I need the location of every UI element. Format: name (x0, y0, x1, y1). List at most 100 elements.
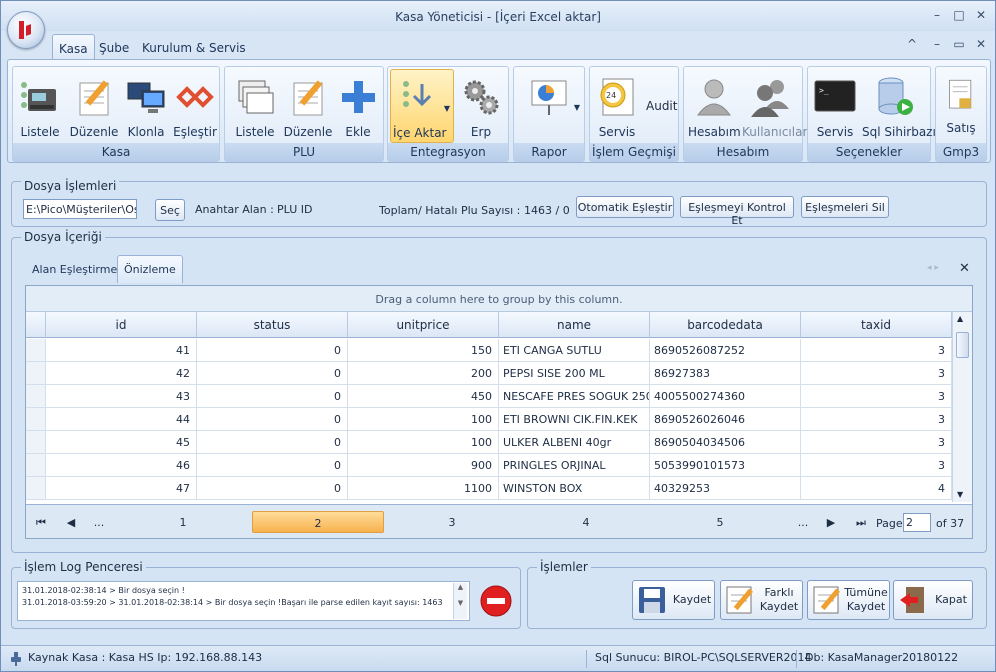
vertical-scrollbar[interactable]: ▲ ▼ (952, 312, 972, 502)
pager-page-3[interactable]: 3 (386, 511, 518, 533)
tab-onizleme[interactable]: Önizleme (117, 255, 183, 283)
row-indicator[interactable] (26, 408, 46, 431)
tab-nav-arrows-icon[interactable]: ◂ ▸ (927, 263, 939, 273)
secenek-servis-button[interactable]: >_ Servis (810, 69, 860, 143)
ribbon-collapse-icon[interactable]: ^ (902, 37, 922, 53)
row-indicator[interactable] (26, 431, 46, 454)
row-indicator[interactable] (26, 454, 46, 477)
cell-name[interactable]: PEPSI SISE 200 ML (499, 362, 650, 385)
scroll-down-icon[interactable]: ▼ (957, 490, 963, 499)
cell-id[interactable]: 42 (46, 362, 197, 385)
scroll-thumb[interactable] (956, 332, 969, 358)
sec-button[interactable]: Seç (155, 199, 185, 221)
column-header-id[interactable]: id (46, 312, 197, 338)
otomatik-eslestir-button[interactable]: Otomatik Eşleştir (576, 196, 674, 218)
plu-duzenle-button[interactable]: Düzenle (281, 69, 335, 143)
cell-status[interactable]: 0 (197, 454, 348, 477)
mdi-close-button[interactable]: ✕ (971, 37, 991, 53)
kullanicilar-button[interactable]: Kullanıcılar (742, 69, 807, 143)
cell-name[interactable]: PRINGLES ORJINAL (499, 454, 650, 477)
cell-status[interactable]: 0 (197, 339, 348, 362)
minimize-button[interactable]: – (927, 8, 947, 24)
cell-status[interactable]: 0 (197, 408, 348, 431)
cell-barcode[interactable]: 5053990101573 (650, 454, 801, 477)
eslesmeyi-kontrol-et-button[interactable]: Eşleşmeyi Kontrol Et (680, 196, 794, 227)
cell-name[interactable]: NESCAFE PRES SOGUK 250... (499, 385, 650, 408)
pager-first-icon[interactable]: ⏮ (30, 511, 52, 533)
ice-aktar-dropdown-icon[interactable]: ▼ (444, 104, 450, 113)
tumune-kaydet-button[interactable]: Tümüne Kaydet (807, 580, 890, 620)
group-by-panel[interactable]: Drag a column here to group by this colu… (26, 286, 972, 312)
mdi-restore-button[interactable]: ▭ (949, 37, 969, 53)
pager-page-2[interactable]: 2 (252, 511, 384, 533)
column-header-name[interactable]: name (499, 312, 650, 338)
ice-aktar-button[interactable]: İçe Aktar ▼ (390, 69, 454, 143)
cell-barcode[interactable]: 86927383 (650, 362, 801, 385)
cell-taxid[interactable]: 3 (801, 339, 952, 362)
pager-page-5[interactable]: 5 (654, 511, 786, 533)
pager-page-1[interactable]: 1 (116, 511, 250, 533)
tab-kurulum-servis[interactable]: Kurulum & Servis (136, 34, 252, 60)
row-indicator[interactable] (26, 339, 46, 362)
clear-log-icon[interactable] (480, 585, 512, 617)
app-menu-orb[interactable] (7, 11, 45, 49)
cell-status[interactable]: 0 (197, 477, 348, 500)
pager-page-input[interactable]: 2 (903, 513, 931, 532)
kapat-button[interactable]: Kapat (893, 580, 973, 620)
column-header-barcodedata[interactable]: barcodedata (650, 312, 801, 338)
cell-unitprice[interactable]: 1100 (348, 477, 499, 500)
mdi-minimize-button[interactable]: – (927, 37, 947, 53)
hesabim-button[interactable]: Hesabım (688, 69, 741, 143)
rapor-dropdown-icon[interactable]: ▼ (574, 103, 580, 112)
kasa-eslestir-button[interactable]: Eşleştir (171, 69, 219, 143)
audit-button[interactable]: Audit (646, 99, 677, 113)
tab-sube[interactable]: Şube (93, 34, 135, 60)
cell-unitprice[interactable]: 200 (348, 362, 499, 385)
column-header-status[interactable]: status (197, 312, 348, 338)
row-indicator[interactable] (26, 362, 46, 385)
satis-button[interactable]: Satış (938, 69, 984, 137)
cell-name[interactable]: ETI CANGA SUTLU (499, 339, 650, 362)
cell-status[interactable]: 0 (197, 431, 348, 454)
row-indicator[interactable] (26, 385, 46, 408)
cell-taxid[interactable]: 3 (801, 431, 952, 454)
cell-id[interactable]: 44 (46, 408, 197, 431)
cell-taxid[interactable]: 3 (801, 454, 952, 477)
close-button[interactable]: ✕ (971, 8, 991, 24)
cell-id[interactable]: 46 (46, 454, 197, 477)
islem-servis-button[interactable]: 24 Servis (592, 69, 642, 143)
log-scrollbar[interactable]: ▲ ▼ (453, 583, 467, 619)
cell-taxid[interactable]: 3 (801, 385, 952, 408)
cell-unitprice[interactable]: 100 (348, 431, 499, 454)
tab-close-icon[interactable]: ✕ (959, 261, 970, 276)
cell-name[interactable]: ETI BROWNI CIK.FIN.KEK (499, 408, 650, 431)
cell-unitprice[interactable]: 900 (348, 454, 499, 477)
kasa-duzenle-button[interactable]: Düzenle (67, 69, 121, 143)
cell-barcode[interactable]: 4005500274360 (650, 385, 801, 408)
kasa-listele-button[interactable]: Listele (15, 69, 65, 143)
cell-name[interactable]: ULKER ALBENI 40gr (499, 431, 650, 454)
scroll-up-icon[interactable]: ▲ (957, 314, 963, 323)
cell-id[interactable]: 45 (46, 431, 197, 454)
pager-ellipsis-right[interactable]: ... (792, 511, 814, 533)
cell-status[interactable]: 0 (197, 362, 348, 385)
tab-alan-eslestirme[interactable]: Alan Eşleştirme (26, 256, 123, 282)
kasa-klonla-button[interactable]: Klonla (121, 69, 171, 143)
cell-unitprice[interactable]: 150 (348, 339, 499, 362)
pager-page-4[interactable]: 4 (520, 511, 652, 533)
kaydet-button[interactable]: Kaydet (632, 580, 715, 620)
cell-taxid[interactable]: 4 (801, 477, 952, 500)
pager-last-icon[interactable]: ⏭ (850, 511, 872, 533)
plu-ekle-button[interactable]: Ekle (335, 69, 381, 143)
cell-unitprice[interactable]: 450 (348, 385, 499, 408)
pager-prev-icon[interactable]: ◀ (60, 511, 82, 533)
cell-unitprice[interactable]: 100 (348, 408, 499, 431)
sql-sihirbazi-button[interactable]: Sql Sihirbazı (862, 69, 936, 143)
plu-listele-button[interactable]: Listele (229, 69, 281, 143)
cell-status[interactable]: 0 (197, 385, 348, 408)
pager-next-icon[interactable]: ▶ (820, 511, 842, 533)
cell-barcode[interactable]: 40329253 (650, 477, 801, 500)
cell-id[interactable]: 41 (46, 339, 197, 362)
cell-taxid[interactable]: 3 (801, 362, 952, 385)
cell-id[interactable]: 43 (46, 385, 197, 408)
